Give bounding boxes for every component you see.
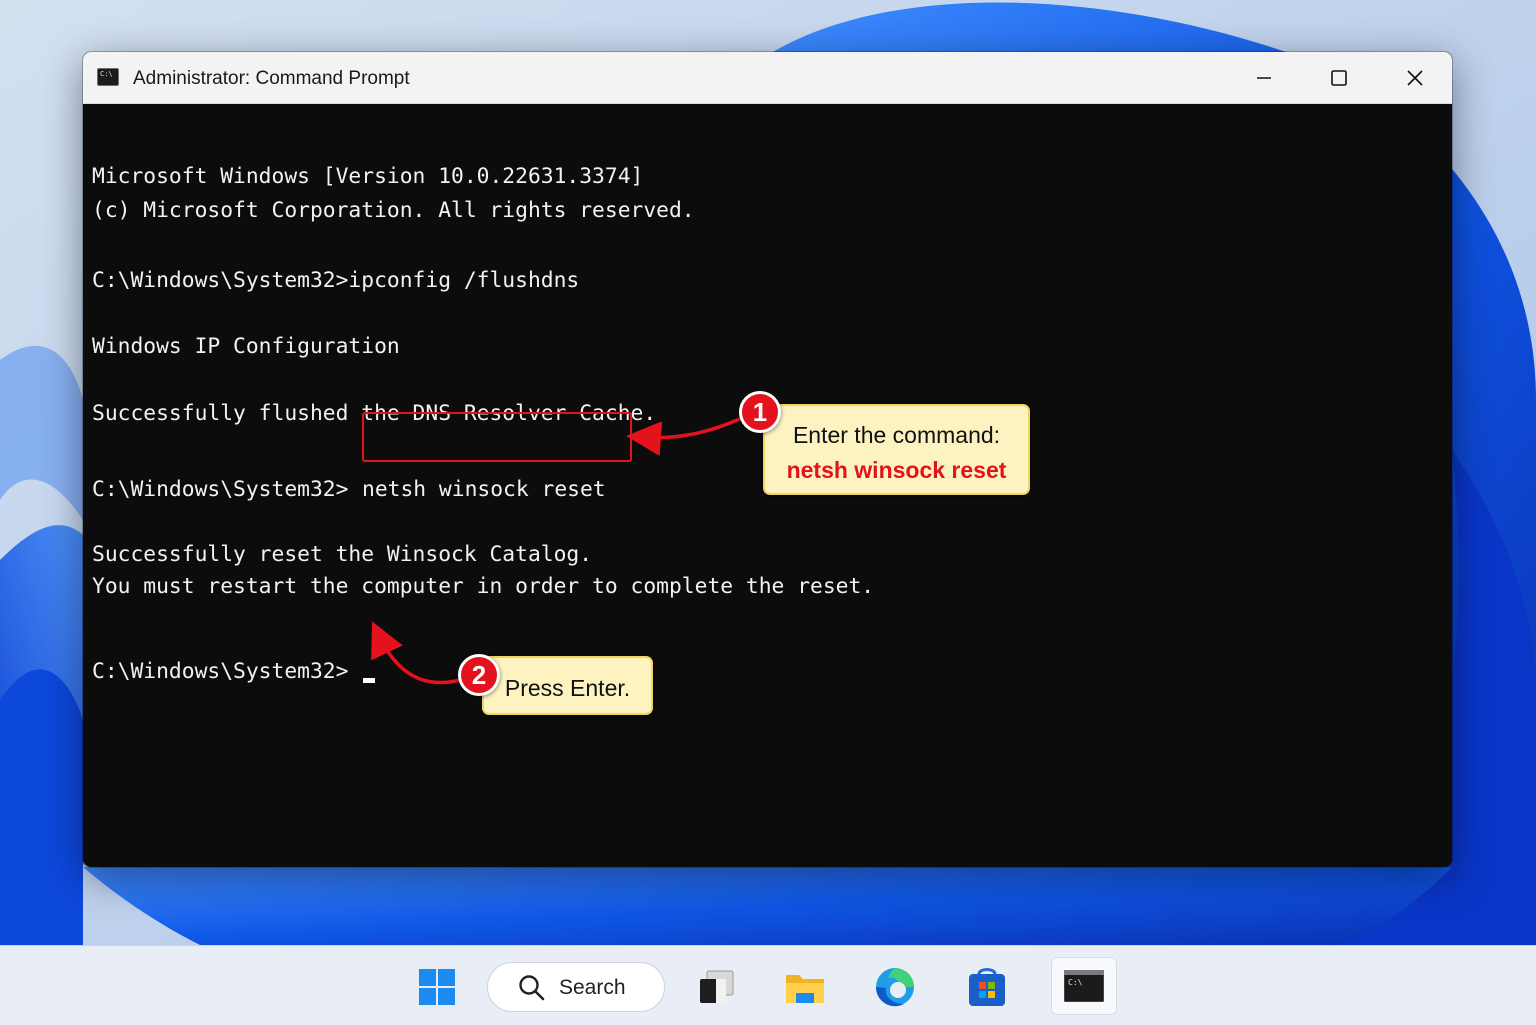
search-label: Search: [559, 976, 626, 999]
command-prompt-icon: C:\: [97, 68, 119, 86]
title-bar[interactable]: C:\ Administrator: Command Prompt: [83, 52, 1452, 104]
step1-command: netsh winsock reset: [786, 457, 1007, 483]
close-button[interactable]: [1377, 52, 1452, 103]
step2-instruction: Press Enter.: [504, 675, 631, 701]
terminal-line: You must restart the computer in order t…: [92, 574, 875, 599]
taskbar: [0, 945, 1536, 1025]
edge-icon: [875, 968, 914, 1007]
terminal-line: Windows IP Configuration: [92, 334, 400, 359]
task-view-button[interactable]: [692, 963, 740, 1011]
command-prompt-icon: C:\: [1064, 970, 1104, 1002]
close-icon: [1407, 69, 1423, 86]
terminal-line: C:\Windows\System32>ipconfig /flushdns: [92, 268, 580, 293]
maximize-button[interactable]: [1301, 52, 1377, 103]
step1-callout: Enter the command: netsh winsock reset: [763, 404, 1030, 495]
minimize-button[interactable]: [1226, 52, 1302, 103]
start-button[interactable]: [413, 963, 461, 1011]
step1-badge: 1: [739, 391, 781, 433]
maximize-icon: [1331, 69, 1347, 86]
search-icon: [519, 975, 545, 1001]
step2-callout: Press Enter.: [482, 656, 653, 715]
taskbar-search[interactable]: Search: [487, 962, 665, 1012]
microsoft-store-icon: [969, 968, 1005, 1006]
step1-instruction: Enter the command:: [792, 422, 1001, 448]
text-cursor: [363, 678, 375, 683]
file-explorer-icon: [786, 975, 824, 1003]
highlighted-command: netsh winsock reset: [362, 477, 606, 502]
terminal-prompt: C:\Windows\System32>: [92, 477, 349, 502]
minimize-icon: [1257, 76, 1271, 79]
window-title: Administrator: Command Prompt: [133, 68, 410, 89]
microsoft-store-button[interactable]: [963, 963, 1011, 1011]
file-explorer-button[interactable]: [781, 963, 829, 1011]
command-prompt-taskbar-button[interactable]: C:\: [1051, 957, 1117, 1015]
terminal-line: (c) Microsoft Corporation. All rights re…: [92, 198, 695, 223]
edge-button[interactable]: [871, 963, 919, 1011]
command-highlight-box: [362, 412, 632, 462]
terminal-line: Successfully reset the Winsock Catalog.: [92, 542, 593, 567]
terminal-prompt: C:\Windows\System32>: [92, 659, 349, 684]
start-icon: [419, 969, 455, 1005]
svg-text:C:\: C:\: [1068, 978, 1083, 987]
step2-badge: 2: [458, 654, 500, 696]
terminal-line: Microsoft Windows [Version 10.0.22631.33…: [92, 164, 644, 189]
task-view-icon: [700, 970, 734, 1003]
